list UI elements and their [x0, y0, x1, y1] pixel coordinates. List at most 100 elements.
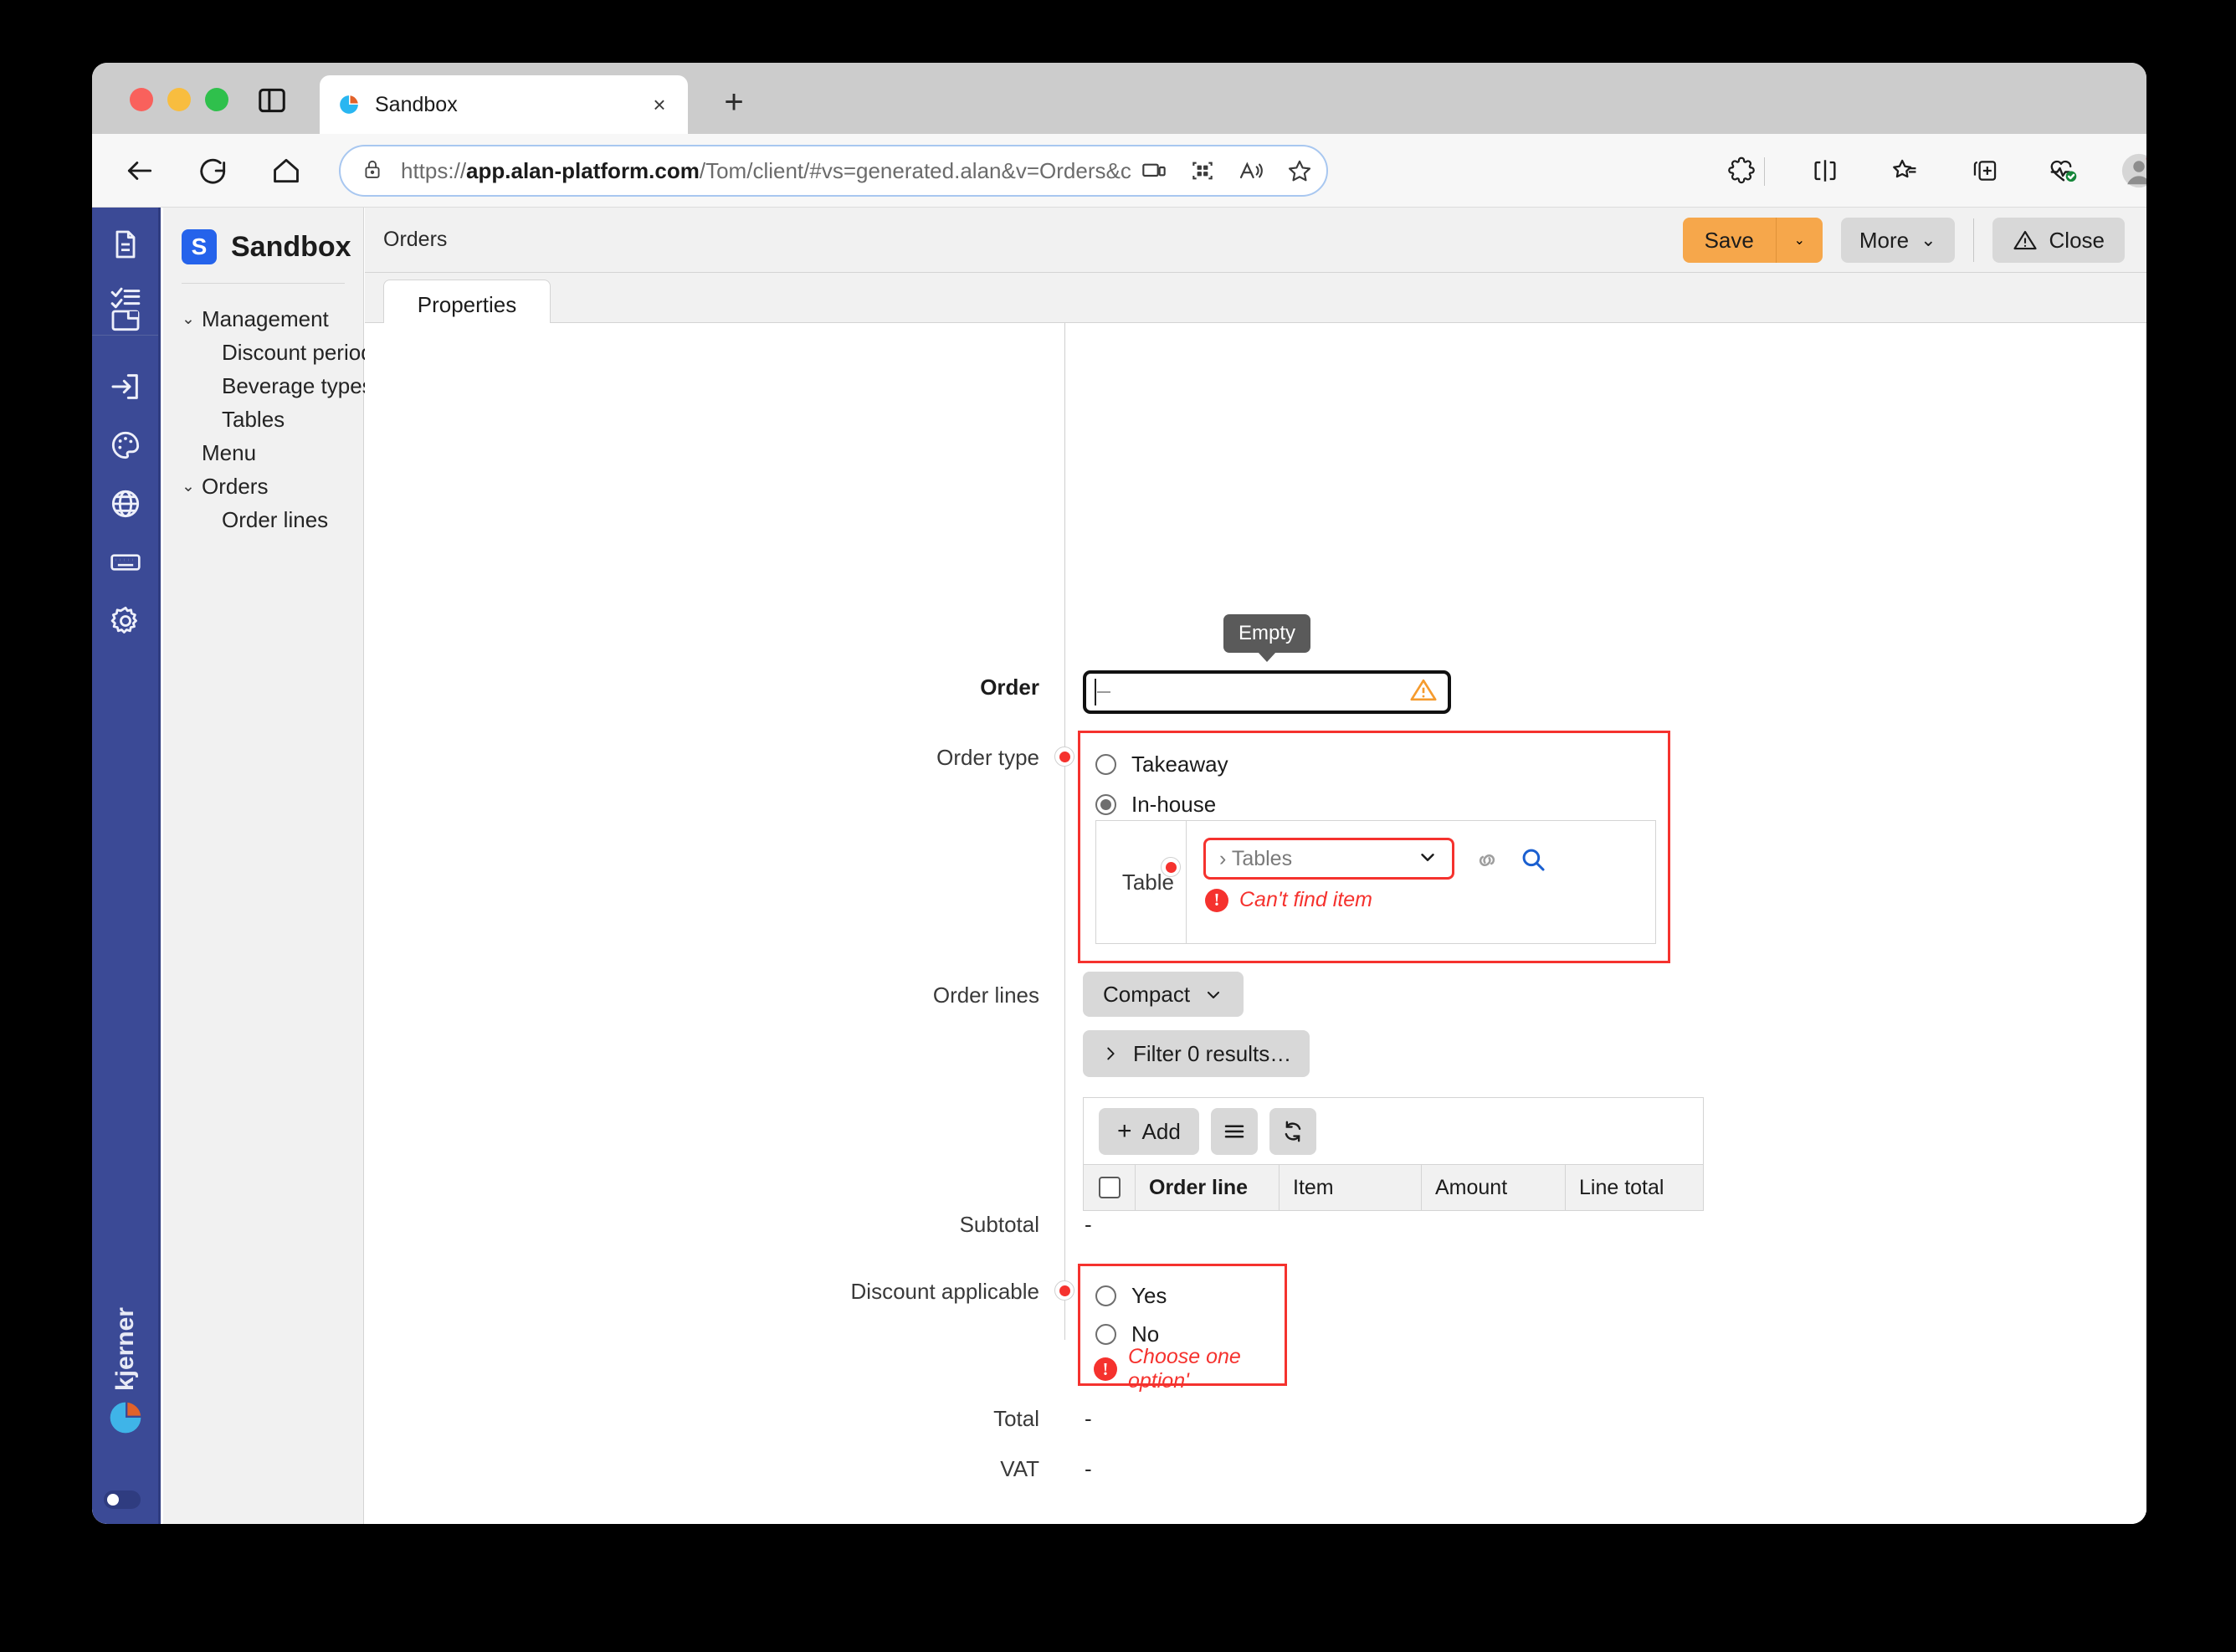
chevron-down-icon: [1203, 984, 1223, 1004]
browser-sidebar-icon[interactable]: [256, 85, 288, 116]
actions-divider: [1972, 218, 1974, 262]
column-header-line-total[interactable]: Line total: [1566, 1165, 1703, 1210]
window-close-button[interactable]: [130, 88, 153, 111]
warning-triangle-icon: [2013, 228, 2038, 253]
discount-label: Discount applicable: [850, 1279, 1039, 1304]
sidebar-item-discount-periods[interactable]: Discount periods: [163, 336, 384, 369]
breadcrumb: Orders: [383, 228, 448, 251]
home-icon[interactable]: [264, 148, 309, 193]
nav-tree: ⌄ Management Discount periods Beverage type…: [163, 284, 384, 536]
browser-tab-strip: Sandbox × +: [92, 63, 2146, 134]
radio-takeaway[interactable]: Takeaway: [1095, 746, 1668, 782]
cast-device-icon[interactable]: [1132, 149, 1176, 192]
column-header-item[interactable]: Item: [1280, 1165, 1422, 1210]
globe-icon[interactable]: [107, 485, 144, 522]
select-all-checkbox[interactable]: [1098, 1177, 1121, 1198]
window-minimize-button[interactable]: [167, 88, 191, 111]
reload-icon[interactable]: [191, 148, 236, 193]
required-marker: [1054, 1280, 1074, 1301]
more-button[interactable]: More ⌄: [1840, 218, 1955, 263]
column-header-amount[interactable]: Amount: [1422, 1165, 1566, 1210]
new-tab-button[interactable]: +: [715, 84, 752, 121]
browser-tab[interactable]: Sandbox ×: [320, 75, 688, 134]
order-input[interactable]: [1083, 670, 1451, 714]
sidebar-item-management[interactable]: ⌄ Management: [163, 302, 363, 336]
table-select-value: › Tables: [1219, 846, 1293, 870]
radio-in-house[interactable]: In-house: [1095, 787, 1668, 822]
link-icon[interactable]: [1473, 846, 1501, 875]
radio-takeaway-label: Takeaway: [1131, 751, 1228, 777]
select-all-header[interactable]: [1084, 1165, 1136, 1210]
extensions-icon[interactable]: [1720, 149, 1763, 192]
favorites-list-icon[interactable]: [1883, 149, 1926, 192]
window-maximize-button[interactable]: [205, 88, 228, 111]
rail-collapse-toggle[interactable]: [104, 1490, 141, 1509]
keyboard-icon[interactable]: [107, 544, 144, 581]
add-button[interactable]: + Add: [1099, 1108, 1199, 1155]
split-screen-icon[interactable]: [1803, 149, 1847, 192]
radio-no-label: No: [1131, 1321, 1160, 1347]
radio-icon: [1095, 753, 1116, 775]
avatar[interactable]: [2117, 149, 2146, 192]
discount-error-text: Choose one option': [1128, 1345, 1241, 1393]
address-bar[interactable]: https://app.alan-platform.com/Tom/client…: [339, 145, 1328, 197]
gear-icon[interactable]: [107, 603, 144, 639]
tooltip-empty: Empty: [1223, 614, 1311, 662]
header-bar: Orders Save ⌄ More ⌄ Close: [365, 208, 2146, 273]
browser-toolbar: https://app.alan-platform.com/Tom/client…: [92, 134, 2146, 208]
close-button[interactable]: Close: [1992, 218, 2125, 263]
close-icon[interactable]: ×: [644, 90, 674, 120]
favorite-star-icon[interactable]: [1278, 149, 1321, 192]
brand-badge: S: [182, 229, 217, 264]
chevron-down-icon: ⌄: [182, 310, 195, 328]
sidebar-item-label: Tables: [222, 406, 285, 432]
chevron-down-icon[interactable]: ⌄: [1775, 218, 1823, 263]
list-menu-icon[interactable]: [1210, 1108, 1258, 1155]
login-icon[interactable]: [107, 368, 144, 405]
toolbar-divider: [1764, 157, 1765, 186]
sandbox-favicon-icon: [338, 94, 360, 115]
grid-header-row: Order line Item Amount Line total: [1083, 1164, 1704, 1211]
palette-icon[interactable]: [107, 427, 144, 464]
save-button[interactable]: Save: [1682, 218, 1776, 263]
chevron-down-icon: [1417, 846, 1439, 872]
column-header-order-line[interactable]: Order line: [1136, 1165, 1280, 1210]
back-icon[interactable]: [117, 148, 162, 193]
split-grid-icon[interactable]: [1181, 149, 1224, 192]
sidebar-item-tables[interactable]: Tables: [163, 403, 363, 436]
sidebar-item-menu[interactable]: Menu: [163, 436, 363, 469]
close-label: Close: [2049, 227, 2105, 253]
table-select[interactable]: › Tables: [1203, 838, 1454, 880]
filter-button[interactable]: Filter 0 results…: [1083, 1030, 1310, 1077]
brand-name: Sandbox: [231, 230, 351, 263]
warning-triangle-icon: [1409, 676, 1438, 709]
total-label: Total: [993, 1406, 1039, 1431]
form-divider: [1064, 323, 1065, 1340]
collections-icon[interactable]: [1963, 149, 2007, 192]
tab-row: Properties: [365, 273, 2146, 330]
browser-essentials-icon[interactable]: [2042, 149, 2085, 192]
sidebar-item-label: Management: [202, 305, 329, 331]
url-text: https://app.alan-platform.com/Tom/client…: [401, 157, 1132, 183]
text-cursor: [1095, 679, 1096, 705]
sidebar-item-beverage-types[interactable]: Beverage types: [163, 369, 373, 403]
sidebar-item-label: Discount periods: [222, 339, 384, 365]
tab-properties[interactable]: Properties: [383, 280, 551, 330]
kjerner-pie-icon: [107, 1399, 144, 1440]
chevron-down-icon: ⌄: [182, 477, 195, 495]
icon-rail: kjerner: [92, 208, 161, 1524]
compact-button[interactable]: Compact: [1083, 972, 1244, 1017]
folder-icon[interactable]: [107, 301, 144, 338]
sidebar-item-orders[interactable]: ⌄ Orders: [163, 469, 363, 503]
error-icon: !: [1094, 1357, 1117, 1381]
radio-yes[interactable]: Yes: [1095, 1278, 1285, 1313]
search-icon[interactable]: [1518, 844, 1548, 875]
refresh-icon[interactable]: [1269, 1108, 1316, 1155]
order-label: Order: [980, 675, 1039, 700]
sidebar-item-order-lines[interactable]: Order lines: [163, 503, 363, 536]
toggle-knob: [107, 1494, 119, 1506]
radio-icon: [1095, 793, 1116, 815]
read-aloud-icon[interactable]: [1229, 149, 1273, 192]
document-icon[interactable]: [107, 226, 144, 263]
main-content: Orders Save ⌄ More ⌄ Close Properties Em…: [365, 208, 2146, 1524]
